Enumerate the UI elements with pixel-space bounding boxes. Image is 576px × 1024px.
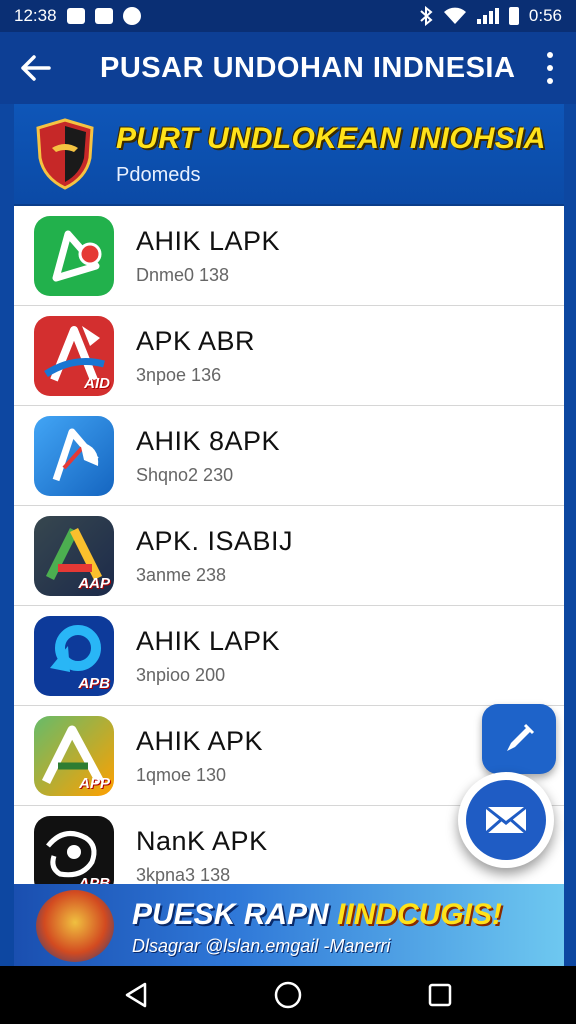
bluetooth-icon bbox=[420, 6, 433, 26]
app-meta: 3kpna3 138 bbox=[136, 864, 231, 885]
app-screen: 12:38 0:56 PUSAR UNDOHAN INDNESIA PURT U… bbox=[0, 0, 576, 1024]
app-meta: Dnme0 138 bbox=[136, 264, 230, 285]
compose-fab-button[interactable] bbox=[458, 772, 554, 868]
arrow-left-icon bbox=[21, 55, 51, 81]
status-right: 0:56 bbox=[419, 6, 562, 26]
app-list-item[interactable]: AAP APK. ISABIJ 3anme 238 bbox=[14, 506, 564, 606]
app-meta: 3npoe 136 bbox=[136, 364, 222, 385]
icon-badge-label: AAP bbox=[78, 574, 110, 592]
app-meta: 1qmoe 130 bbox=[136, 764, 227, 785]
battery-icon bbox=[508, 7, 519, 25]
app-meta: 3anme 238 bbox=[136, 564, 227, 585]
status-left: 12:38 bbox=[14, 6, 141, 26]
app-name: AHIK APK bbox=[136, 725, 264, 756]
shield-logo-icon bbox=[36, 118, 94, 190]
navigation-bar bbox=[0, 966, 576, 1024]
app-list-item[interactable]: AHIK LAPK Dnme0 138 bbox=[14, 206, 564, 306]
header-card: PURT UNDLOKEAN INIOHSIA Pdomeds bbox=[14, 104, 564, 206]
promo-banner[interactable]: PUESK RAPN IINDCUGIS! Dlsagrar @lslan.em… bbox=[14, 884, 564, 966]
banner-title: PUESK RAPN IINDCUGIS! bbox=[132, 898, 502, 932]
app-name: NanK APK bbox=[136, 825, 268, 856]
mail-icon bbox=[94, 8, 113, 24]
icon-badge-label: AID bbox=[84, 374, 110, 392]
app-meta: Shqno2 230 bbox=[136, 464, 234, 485]
header-subtitle: Pdomeds bbox=[116, 164, 201, 186]
app-name: APK ABR bbox=[136, 325, 256, 356]
status-time-right: 0:56 bbox=[528, 6, 562, 25]
banner-logo-icon bbox=[36, 890, 114, 962]
app-icon: APP bbox=[34, 715, 114, 796]
main-panel: PURT UNDLOKEAN INIOHSIA Pdomeds AHIK LAP… bbox=[14, 104, 564, 906]
wifi-icon bbox=[443, 7, 466, 24]
nav-recents-button[interactable] bbox=[420, 975, 460, 1015]
app-bar: PUSAR UNDOHAN INDNESIA bbox=[0, 32, 576, 104]
app-icon bbox=[122, 7, 141, 25]
app-list-item[interactable]: APB AHIK LAPK 3npioo 200 bbox=[14, 606, 564, 706]
app-icon: AAP bbox=[34, 515, 114, 596]
app-title: PUSAR UNDOHAN INDNESIA bbox=[100, 51, 516, 84]
back-button[interactable] bbox=[0, 32, 72, 104]
more-vert-icon bbox=[547, 52, 553, 58]
app-list-item[interactable]: AHIK 8APK Shqno2 230 bbox=[14, 406, 564, 506]
icon-badge-label: APB bbox=[78, 674, 110, 692]
app-name: AHIK LAPK bbox=[136, 225, 281, 256]
app-list-item[interactable]: AID APK ABR 3npoe 136 bbox=[14, 306, 564, 406]
status-bar: 12:38 0:56 bbox=[0, 0, 576, 32]
app-meta: 3npioo 200 bbox=[136, 664, 226, 685]
app-icon bbox=[34, 215, 114, 296]
app-name: APK. ISABIJ bbox=[136, 525, 294, 556]
envelope-icon bbox=[485, 807, 527, 835]
status-time-left: 12:38 bbox=[14, 6, 57, 25]
overflow-menu-button[interactable] bbox=[542, 52, 558, 84]
image-icon bbox=[66, 8, 85, 24]
app-name: AHIK 8APK bbox=[136, 425, 281, 456]
edit-fab-button[interactable] bbox=[482, 704, 556, 774]
signal-icon bbox=[476, 8, 499, 24]
icon-badge-label: APP bbox=[79, 774, 110, 792]
banner-title-highlight: IINDCUGIS! bbox=[337, 898, 503, 931]
back-triangle-icon bbox=[125, 982, 147, 1008]
banner-title-left: PUESK RAPN bbox=[132, 898, 329, 931]
recents-square-icon bbox=[428, 983, 452, 1007]
nav-home-button[interactable] bbox=[268, 975, 308, 1015]
edit-pen-icon bbox=[507, 723, 535, 751]
nav-back-button[interactable] bbox=[116, 975, 156, 1015]
app-icon: AID bbox=[34, 315, 114, 396]
app-icon bbox=[34, 415, 114, 496]
home-circle-icon bbox=[274, 981, 302, 1009]
app-icon: APB bbox=[34, 615, 114, 696]
app-name: AHIK LAPK bbox=[136, 625, 281, 656]
banner-subtitle: Dlsagrar @lslan.emgail -Manerri bbox=[132, 936, 391, 956]
header-title: PURT UNDLOKEAN INIOHSIA bbox=[116, 122, 546, 155]
